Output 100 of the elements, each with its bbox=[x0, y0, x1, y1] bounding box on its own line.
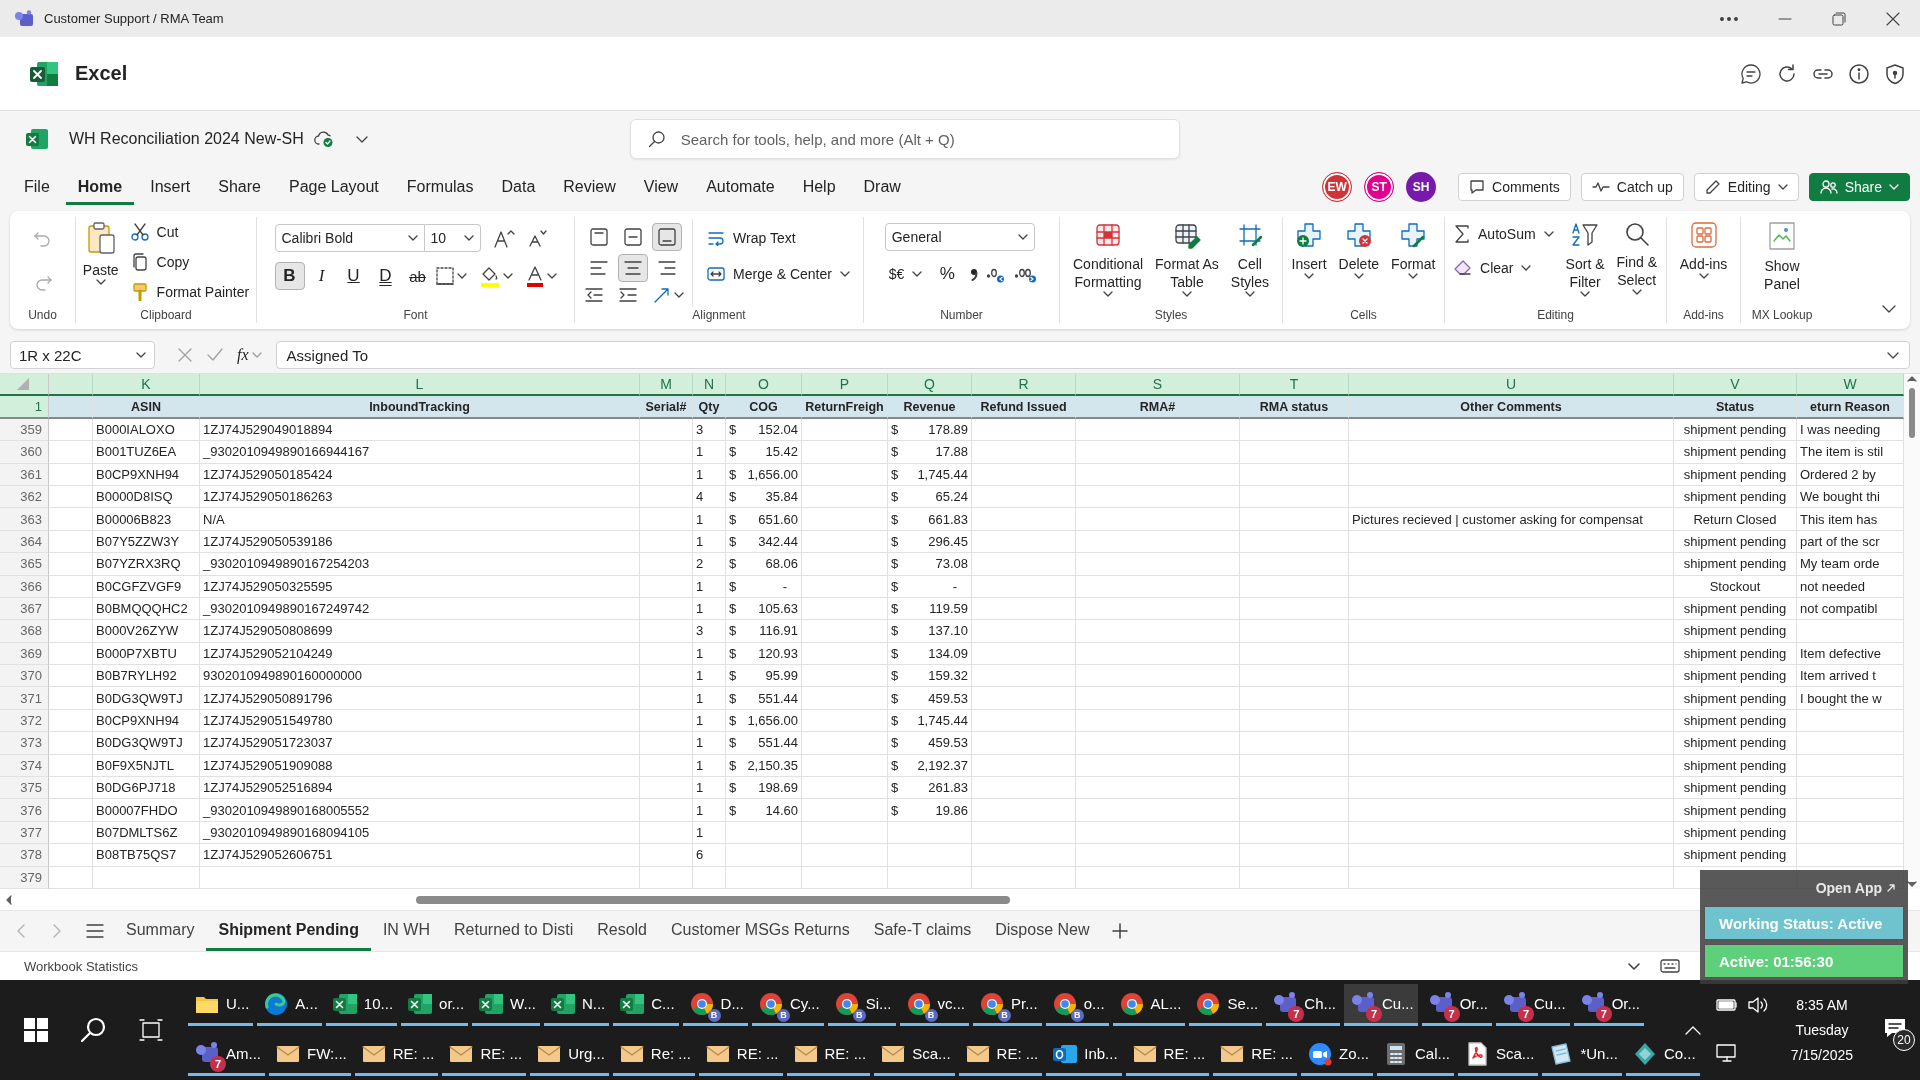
close-icon[interactable] bbox=[1886, 11, 1900, 26]
menu-tab[interactable]: Formulas bbox=[394, 169, 486, 205]
comment-icon[interactable] bbox=[1740, 62, 1762, 85]
row-header[interactable]: 362 bbox=[0, 485, 49, 509]
refresh-icon[interactable] bbox=[1776, 62, 1798, 85]
column-header[interactable] bbox=[49, 374, 93, 397]
taskbar-button[interactable]: Zo... bbox=[1301, 1034, 1373, 1076]
taskbar-button[interactable]: Sca... bbox=[874, 1034, 955, 1076]
menu-tab[interactable]: Help bbox=[790, 169, 848, 205]
insert-button[interactable]: Insert bbox=[1287, 219, 1331, 287]
taskbar-button[interactable]: Inb... bbox=[1046, 1034, 1122, 1076]
bold-button[interactable]: B bbox=[274, 262, 305, 290]
column-header[interactable]: K bbox=[93, 374, 200, 397]
taskbar-button[interactable]: RE: ... bbox=[1125, 1034, 1210, 1076]
taskbar-button[interactable]: or... bbox=[401, 984, 469, 1026]
search-icon[interactable] bbox=[80, 1016, 108, 1044]
name-box[interactable]: 1R x 22C bbox=[10, 341, 155, 369]
taskbar-button[interactable]: B o... bbox=[1045, 984, 1109, 1026]
collapse-ribbon-icon[interactable] bbox=[1882, 305, 1896, 313]
menu-tab[interactable]: Share bbox=[206, 169, 273, 205]
info-icon[interactable] bbox=[1848, 62, 1870, 85]
sheet-tab[interactable]: Dispose New bbox=[983, 911, 1102, 951]
row-header[interactable]: 360 bbox=[0, 441, 49, 464]
sheet-tab[interactable]: IN WH bbox=[370, 911, 442, 951]
column-header[interactable]: M bbox=[640, 374, 693, 397]
column-header[interactable]: L bbox=[200, 374, 640, 397]
column-header[interactable]: O bbox=[726, 374, 802, 397]
comments-button[interactable]: Comments bbox=[1458, 173, 1571, 201]
row-header[interactable]: 377 bbox=[0, 821, 49, 845]
autosum-button[interactable]: AutoSum bbox=[1450, 221, 1558, 247]
scrollbar-thumb[interactable] bbox=[1909, 388, 1915, 438]
caret-icon[interactable] bbox=[355, 135, 368, 143]
scroll-up-icon[interactable] bbox=[1907, 376, 1917, 382]
row-header[interactable]: 369 bbox=[0, 642, 49, 666]
row-header[interactable]: 367 bbox=[0, 597, 49, 621]
maximize-icon[interactable] bbox=[1832, 11, 1846, 26]
taskbar-button[interactable]: 7 Or... bbox=[1421, 984, 1492, 1026]
keyboard-icon[interactable] bbox=[1660, 959, 1680, 973]
taskbar-button[interactable]: FW:... bbox=[269, 1034, 351, 1076]
battery-icon[interactable] bbox=[1715, 997, 1739, 1013]
taskbar-button[interactable]: 7 Am... bbox=[188, 1034, 265, 1076]
taskbar-button[interactable]: Re: ... bbox=[612, 1034, 695, 1076]
user-avatar[interactable]: SH bbox=[1406, 172, 1437, 202]
double-underline-button[interactable]: D bbox=[370, 262, 401, 290]
column-header[interactable]: S bbox=[1076, 374, 1240, 397]
sheet-tab[interactable]: Returned to Disti bbox=[442, 911, 586, 951]
add-sheet-icon[interactable] bbox=[1111, 923, 1128, 939]
row-header[interactable]: 371 bbox=[0, 687, 49, 710]
taskbar-button[interactable]: 10... bbox=[325, 984, 398, 1026]
sheet-tab[interactable]: Resold bbox=[585, 911, 659, 951]
file-name[interactable]: WH Reconciliation 2024 New-SH bbox=[69, 130, 304, 148]
strikethrough-button[interactable]: ab bbox=[402, 262, 433, 290]
taskbar-button[interactable]: 7 Or... bbox=[1573, 984, 1645, 1026]
row-header[interactable]: 1 bbox=[0, 396, 49, 419]
sort-filter-button[interactable]: Sort & Filter bbox=[1561, 219, 1609, 305]
row-header[interactable]: 376 bbox=[0, 799, 49, 822]
taskbar-button[interactable]: Sca... bbox=[1458, 1034, 1539, 1076]
show-panel-button[interactable]: Show Panel bbox=[1760, 219, 1804, 295]
catch-up-button[interactable]: Catch up bbox=[1580, 173, 1684, 201]
sheet-tab[interactable]: Customer MSGs Returns bbox=[659, 911, 862, 951]
taskbar-button[interactable]: N... bbox=[543, 984, 610, 1026]
taskbar-button[interactable]: *Un... bbox=[1542, 1034, 1622, 1076]
column-header[interactable]: T bbox=[1240, 374, 1349, 397]
taskbar-button[interactable]: RE: ... bbox=[958, 1034, 1043, 1076]
row-header[interactable]: 373 bbox=[0, 732, 49, 755]
user-avatar[interactable]: EW bbox=[1322, 172, 1353, 202]
column-header[interactable]: U bbox=[1349, 374, 1674, 397]
italic-button[interactable]: I bbox=[306, 262, 337, 290]
row-header[interactable]: 364 bbox=[0, 530, 49, 554]
taskbar-button[interactable]: B Pr... bbox=[973, 984, 1042, 1026]
merge-center-button[interactable]: Merge & Center bbox=[703, 261, 854, 287]
font-size-dropdown[interactable]: 10 bbox=[424, 224, 481, 252]
underline-button[interactable]: U bbox=[338, 262, 369, 290]
row-header[interactable]: 361 bbox=[0, 463, 49, 486]
user-avatar[interactable]: ST bbox=[1364, 172, 1395, 202]
menu-tab[interactable]: Page Layout bbox=[276, 169, 391, 205]
menu-tab[interactable]: File bbox=[12, 169, 62, 205]
percent-button[interactable]: % bbox=[932, 260, 963, 288]
shield-icon[interactable] bbox=[1884, 62, 1906, 85]
row-header[interactable]: 375 bbox=[0, 777, 49, 800]
taskbar-button[interactable]: RE: ... bbox=[442, 1034, 527, 1076]
row-header[interactable]: 359 bbox=[0, 418, 49, 442]
column-header[interactable]: Q bbox=[888, 374, 972, 397]
delete-button[interactable]: Delete bbox=[1334, 219, 1384, 287]
sheet-tab[interactable]: Safe-T claims bbox=[861, 911, 984, 951]
row-header[interactable]: 372 bbox=[0, 709, 49, 733]
menu-tab[interactable]: Draw bbox=[851, 169, 913, 205]
paste-button[interactable]: Paste bbox=[78, 219, 123, 287]
task-view-icon[interactable] bbox=[138, 1018, 163, 1042]
row-header[interactable]: 378 bbox=[0, 844, 49, 867]
increase-indent-icon[interactable] bbox=[618, 285, 639, 305]
row-header[interactable]: 379 bbox=[0, 866, 49, 889]
more-options-icon[interactable] bbox=[1720, 16, 1738, 21]
sheet-tab[interactable]: Summary bbox=[114, 911, 207, 951]
taskbar-button[interactable]: W... bbox=[472, 984, 540, 1026]
taskbar-button[interactable]: B vc... bbox=[899, 984, 970, 1026]
open-app-button[interactable]: Open App bbox=[1704, 874, 1904, 902]
menu-tab[interactable]: View bbox=[631, 169, 691, 205]
scrollbar-thumb[interactable] bbox=[416, 895, 1010, 904]
currency-format-button[interactable]: $€ bbox=[884, 261, 927, 287]
